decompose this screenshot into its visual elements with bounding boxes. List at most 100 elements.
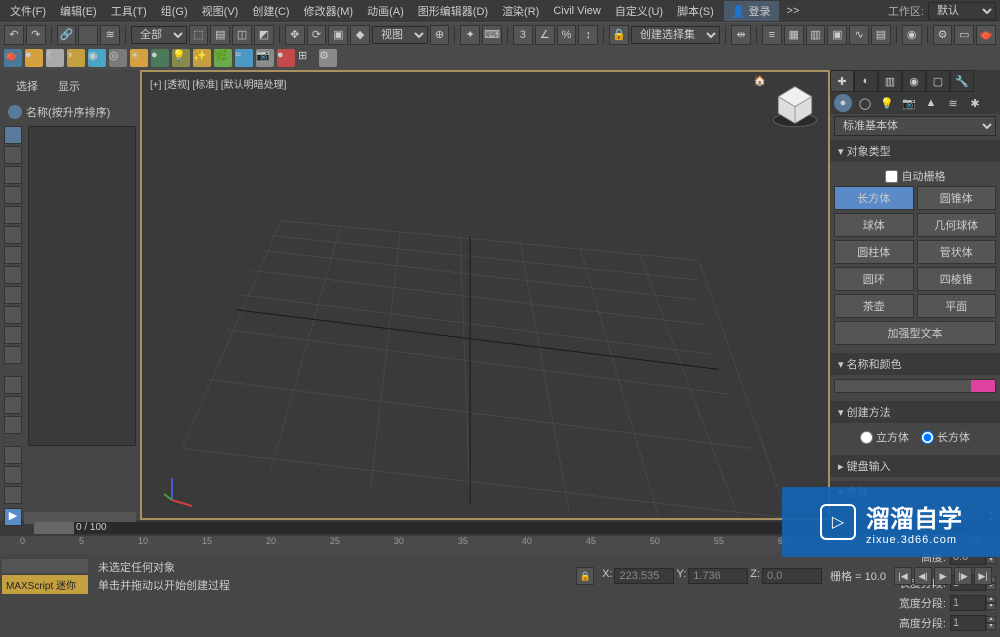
hierarchy-tab[interactable]: ▥ xyxy=(878,70,902,92)
collapse-button[interactable] xyxy=(4,446,22,464)
pyramid-button[interactable]: 四棱锥 xyxy=(917,267,997,291)
helpers-subtab[interactable]: ▲ xyxy=(922,94,940,112)
place-button[interactable]: ◆ xyxy=(350,25,370,45)
sphere2-icon[interactable]: ◉ xyxy=(88,49,106,67)
named-selection-sets[interactable]: 创建选择集 xyxy=(631,26,720,44)
move-button[interactable]: ✥ xyxy=(285,25,305,45)
menu-group[interactable]: 组(G) xyxy=(155,1,194,21)
y-field[interactable] xyxy=(688,568,748,584)
creation-cube-radio[interactable]: 立方体 xyxy=(860,429,909,445)
shapes-subtab[interactable]: ◯ xyxy=(856,94,874,112)
display-tab[interactable]: ▢ xyxy=(926,70,950,92)
rollout-object-type-header[interactable]: ▾ 对象类型 xyxy=(830,140,1000,162)
display-invert-button[interactable] xyxy=(4,416,22,434)
textplus-button[interactable]: 加强型文本 xyxy=(834,321,996,345)
filter-helpers-button[interactable] xyxy=(4,206,22,224)
display-all-button[interactable] xyxy=(4,376,22,394)
selection-lock-button[interactable]: 🔒 xyxy=(609,25,629,45)
goto-start-button[interactable]: |◀ xyxy=(894,567,912,585)
light5-icon[interactable]: 📷 xyxy=(256,49,274,67)
geosphere-button[interactable]: 几何球体 xyxy=(917,213,997,237)
torus-button[interactable]: 圆环 xyxy=(834,267,914,291)
next-frame-button[interactable]: |▶ xyxy=(954,567,972,585)
creation-box-radio[interactable]: 长方体 xyxy=(921,429,970,445)
play-button[interactable]: ▶ xyxy=(934,567,952,585)
sun-icon[interactable]: ☀ xyxy=(130,49,148,67)
plane-button[interactable]: 平面 xyxy=(917,294,997,318)
tube-button[interactable]: 管状体 xyxy=(917,240,997,264)
keyboard-shortcut-button[interactable]: ⌨ xyxy=(482,25,502,45)
workspace-dropdown[interactable]: 默认 xyxy=(928,2,996,20)
filter-cameras-button[interactable] xyxy=(4,186,22,204)
explorer-button[interactable]: ▥ xyxy=(806,25,826,45)
selection-filter[interactable]: 全部 xyxy=(131,26,187,44)
filter-groups-button[interactable] xyxy=(4,246,22,264)
spacewarps-subtab[interactable]: ≋ xyxy=(944,94,962,112)
create-tab[interactable]: ✚ xyxy=(830,70,854,92)
filter-geometry-button[interactable] xyxy=(4,126,22,144)
schematic-button[interactable]: ▤ xyxy=(871,25,891,45)
select-button[interactable]: ⬚ xyxy=(189,25,209,45)
menu-views[interactable]: 视图(V) xyxy=(196,1,245,21)
menu-scripting[interactable]: 脚本(S) xyxy=(671,1,720,21)
tab-display[interactable]: 显示 xyxy=(58,78,80,94)
percent-snap-button[interactable]: % xyxy=(557,25,577,45)
material-editor-button[interactable]: ◉ xyxy=(902,25,922,45)
object-color-swatch[interactable] xyxy=(834,379,996,393)
timeline-thumb[interactable] xyxy=(34,522,74,534)
spinner-snap-button[interactable]: ↕ xyxy=(578,25,598,45)
sphere4-icon[interactable]: ● xyxy=(151,49,169,67)
cylinder-button[interactable]: 圆柱体 xyxy=(834,240,914,264)
hsegs-input[interactable] xyxy=(950,615,986,631)
snap-toggle-button[interactable]: 3 xyxy=(513,25,533,45)
menu-file[interactable]: 文件(F) xyxy=(4,1,52,21)
scene-tree[interactable] xyxy=(28,126,136,446)
display-none-button[interactable] xyxy=(4,396,22,414)
layer-button[interactable]: ▦ xyxy=(784,25,804,45)
perspective-viewport[interactable]: [+] [透视] [标准] [默认明暗处理] 🏠 xyxy=(140,70,830,520)
x-field[interactable] xyxy=(614,568,674,584)
light4-icon[interactable]: ≈ xyxy=(235,49,253,67)
teapot-button[interactable]: 茶壶 xyxy=(834,294,914,318)
mirror-button[interactable]: ⇹ xyxy=(731,25,751,45)
sphere3-icon[interactable]: ◎ xyxy=(109,49,127,67)
motion-tab[interactable]: ◉ xyxy=(902,70,926,92)
modify-tab[interactable]: ◐ xyxy=(854,70,878,92)
category-dropdown[interactable]: 标准基本体 xyxy=(834,116,996,136)
filter-hidden-button[interactable] xyxy=(4,346,22,364)
filter-xrefs-button[interactable] xyxy=(4,266,22,284)
curve-editor-button[interactable]: ∿ xyxy=(849,25,869,45)
render-button[interactable]: 🫖 xyxy=(976,25,996,45)
select-region-button[interactable]: ◫ xyxy=(232,25,252,45)
light1-icon[interactable]: 💡 xyxy=(172,49,190,67)
menu-tools[interactable]: 工具(T) xyxy=(105,1,153,21)
menu-modifiers[interactable]: 修改器(M) xyxy=(298,1,360,21)
toggle-ribbon-button[interactable]: ▣ xyxy=(827,25,847,45)
lights-subtab[interactable]: 💡 xyxy=(878,94,896,112)
login-button[interactable]: 👤 登录 xyxy=(724,1,779,21)
hsegs-up[interactable]: ▴ xyxy=(986,616,996,623)
menu-customize[interactable]: 自定义(U) xyxy=(609,1,669,21)
redo-button[interactable]: ↷ xyxy=(26,25,46,45)
filter-lights-button[interactable] xyxy=(4,166,22,184)
menu-grapheditors[interactable]: 图形编辑器(D) xyxy=(412,1,494,21)
z-field[interactable] xyxy=(762,568,822,584)
rotate-button[interactable]: ⟳ xyxy=(307,25,327,45)
sphere-icon[interactable]: ● xyxy=(25,49,43,67)
rollout-creation-header[interactable]: ▾ 创建方法 xyxy=(830,401,1000,423)
link-button[interactable]: 🔗 xyxy=(57,25,77,45)
angle-snap-button[interactable]: ∠ xyxy=(535,25,555,45)
light7-icon[interactable]: ⊞ xyxy=(298,49,316,67)
sync-button[interactable] xyxy=(4,486,22,504)
filter-container-button[interactable] xyxy=(4,306,22,324)
select-name-button[interactable]: ▤ xyxy=(210,25,230,45)
utilities-tab[interactable]: 🔧 xyxy=(950,70,974,92)
render-frame-button[interactable]: ▭ xyxy=(954,25,974,45)
ref-coord-system[interactable]: 视图 xyxy=(372,26,428,44)
box-button[interactable]: 长方体 xyxy=(834,186,914,210)
menu-create[interactable]: 创建(C) xyxy=(246,1,295,21)
settings-icon[interactable]: ⚙ xyxy=(319,49,337,67)
script-output[interactable] xyxy=(2,559,88,573)
scale-button[interactable]: ▣ xyxy=(328,25,348,45)
teapot-icon[interactable]: 🫖 xyxy=(4,49,22,67)
